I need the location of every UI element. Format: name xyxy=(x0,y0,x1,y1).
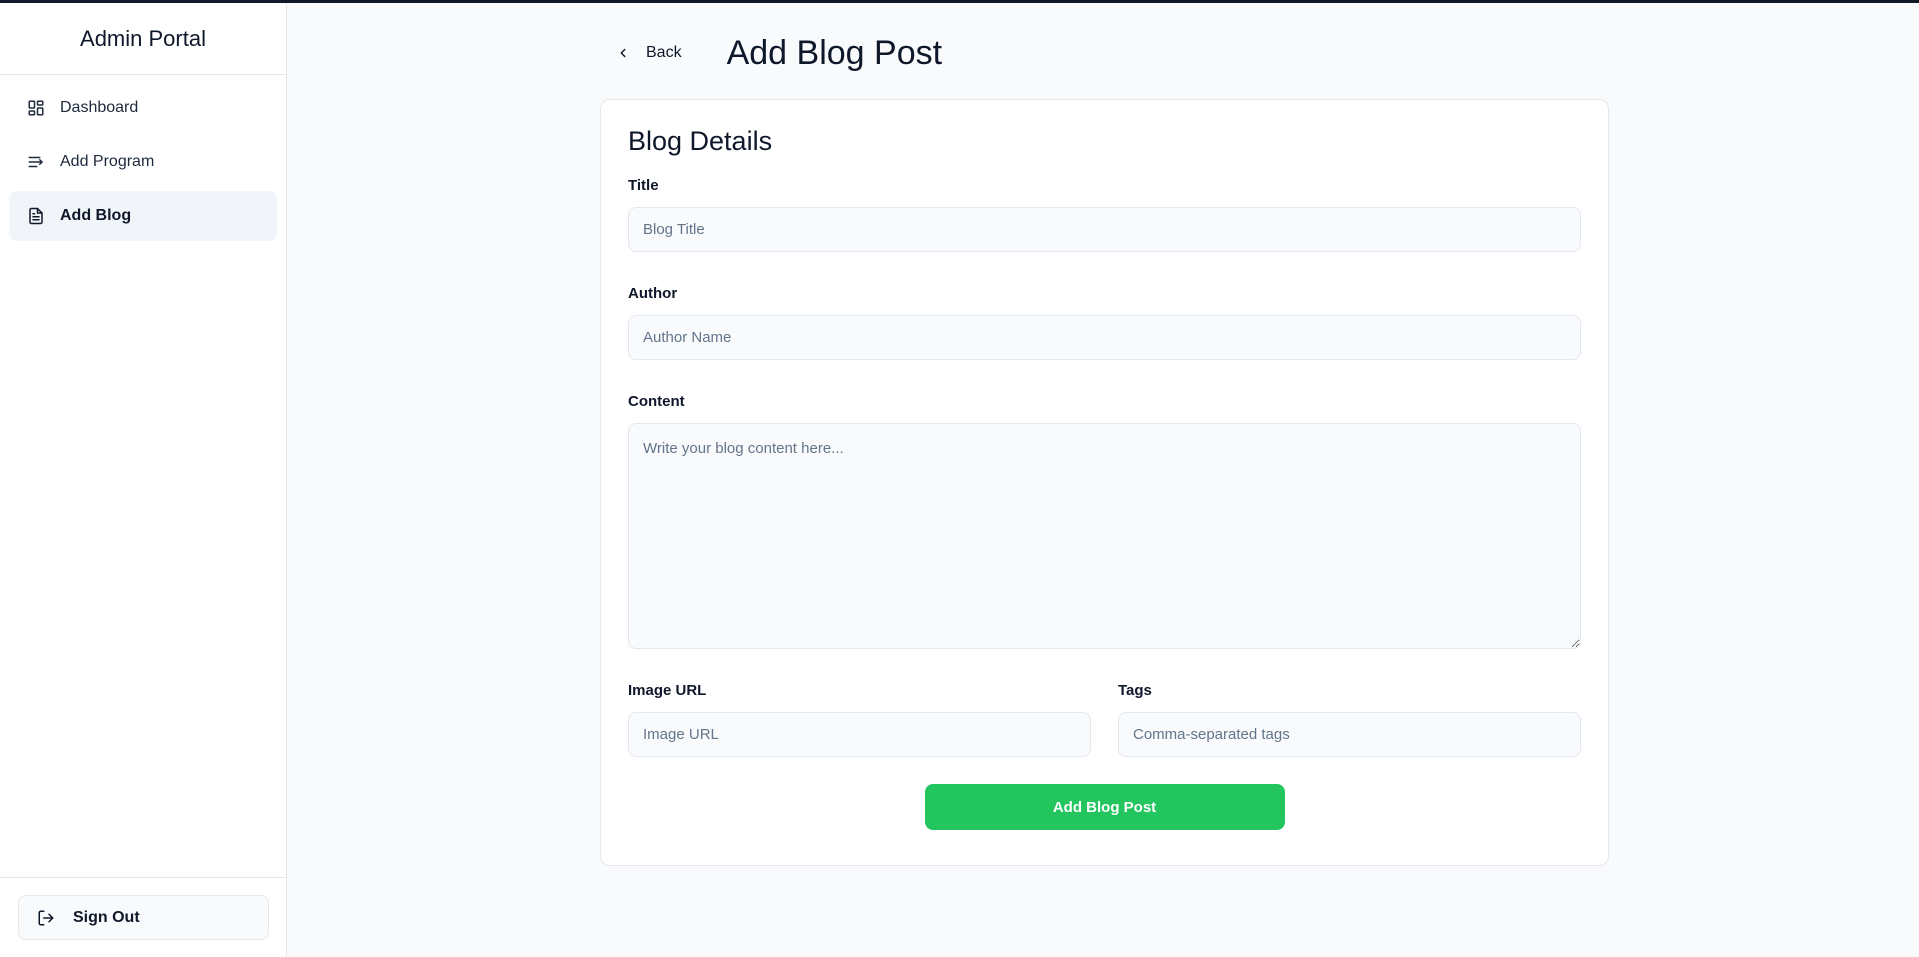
list-plus-icon xyxy=(27,153,45,171)
tags-input[interactable] xyxy=(1118,712,1581,757)
top-border xyxy=(0,0,1919,3)
back-label: Back xyxy=(646,44,682,61)
layout-grid-icon xyxy=(27,99,45,117)
sidebar-item-label: Add Blog xyxy=(60,207,132,224)
tags-label: Tags xyxy=(1118,682,1152,699)
page-header: Back Add Blog Post xyxy=(600,30,942,76)
author-input[interactable] xyxy=(628,315,1581,360)
card-title: Blog Details xyxy=(628,126,773,156)
title-label: Title xyxy=(628,177,659,194)
add-blog-post-button[interactable]: Add Blog Post xyxy=(924,784,1285,830)
submit-wrap: Add Blog Post xyxy=(628,784,1581,830)
tags-group: Tags xyxy=(1118,682,1581,757)
sidebar-footer: Sign Out xyxy=(0,877,286,957)
brand-title: Admin Portal xyxy=(0,3,286,75)
page-title: Add Blog Post xyxy=(726,33,943,72)
back-button[interactable]: Back xyxy=(600,38,696,68)
content-textarea[interactable] xyxy=(628,423,1581,649)
blog-details-card: Blog Details Title Author Content Image … xyxy=(600,99,1609,866)
author-label: Author xyxy=(628,285,678,302)
image-url-group: Image URL xyxy=(628,682,1091,757)
sidebar-item-dashboard[interactable]: Dashboard xyxy=(9,83,277,133)
log-out-icon xyxy=(37,909,55,927)
image-tags-row: Image URL Tags xyxy=(628,682,1581,757)
file-text-icon xyxy=(27,207,45,225)
sidebar-item-label: Dashboard xyxy=(60,99,139,116)
sidebar-item-label: Add Program xyxy=(60,153,155,170)
image-url-label: Image URL xyxy=(628,682,707,699)
sidebar-item-add-program[interactable]: Add Program xyxy=(9,137,277,187)
sign-out-button[interactable]: Sign Out xyxy=(18,895,269,940)
title-input[interactable] xyxy=(628,207,1581,252)
sign-out-label: Sign Out xyxy=(73,908,140,926)
image-url-input[interactable] xyxy=(628,712,1091,757)
sidebar-item-add-blog[interactable]: Add Blog xyxy=(9,191,277,241)
content-label: Content xyxy=(628,393,685,410)
chevron-left-icon xyxy=(616,46,630,60)
sidebar-nav: Dashboard Add Program Add Blog xyxy=(0,75,286,253)
sidebar: Admin Portal Dashboard Add Program Add B… xyxy=(0,3,287,957)
